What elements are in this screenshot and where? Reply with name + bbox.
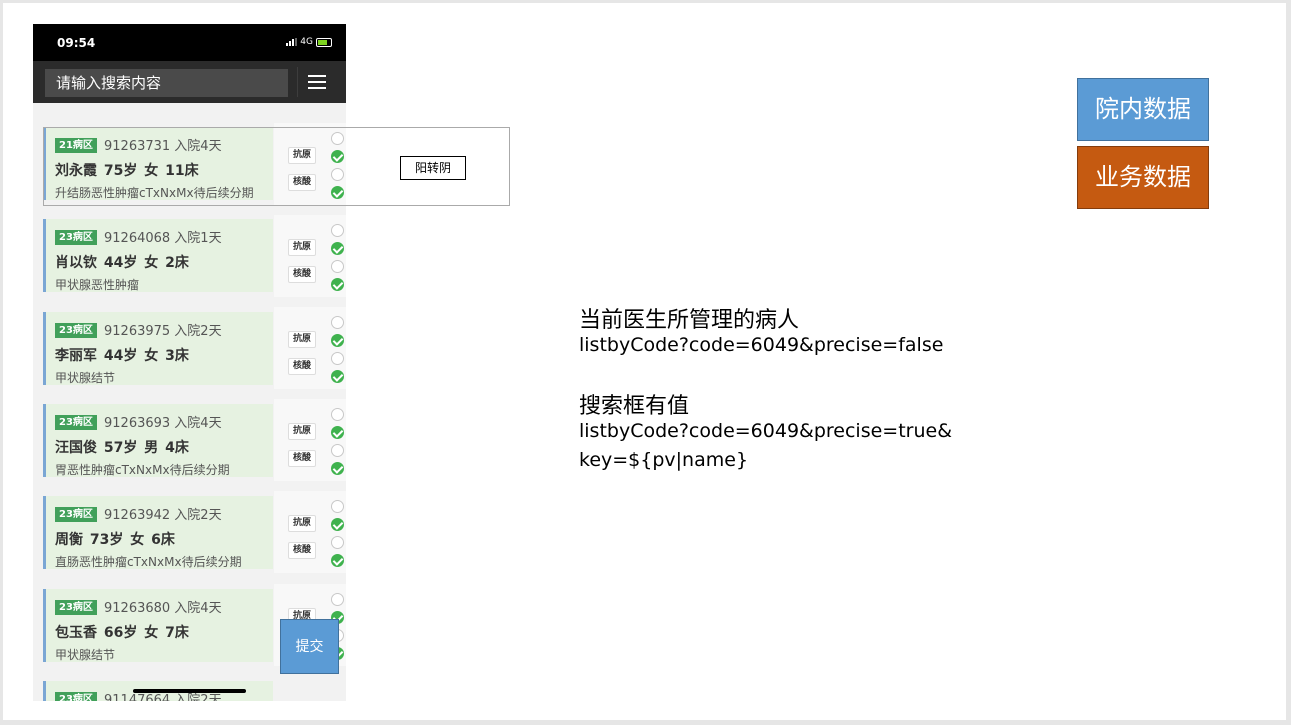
test-panel: 抗原阳阴核酸阳阴 bbox=[274, 307, 346, 389]
patient-card[interactable]: 23病区 91263942 入院2天周衡 73岁 女 6床直肠恶性肿瘤cTxNxM… bbox=[43, 496, 273, 569]
result-radio[interactable]: 阳 bbox=[331, 592, 346, 608]
ward-badge: 23病区 bbox=[55, 600, 97, 615]
test-label: 抗原 bbox=[288, 239, 316, 256]
patient-name: 周衡 73岁 女 6床 bbox=[55, 532, 175, 548]
check-circle-icon bbox=[331, 242, 344, 255]
result-radio[interactable]: 阳 bbox=[331, 315, 346, 331]
patient-card[interactable]: 23病区 91263693 入院4天汪国俊 57岁 男 4床胃恶性肿瘤cTxNxM… bbox=[43, 404, 273, 477]
ward-badge: 23病区 bbox=[55, 230, 97, 245]
result-radio[interactable]: 阳 bbox=[331, 259, 346, 275]
patient-card[interactable]: 23病区 91263975 入院2天李丽军 44岁 女 3床 甲状腺结节 bbox=[43, 312, 273, 385]
business-data-button[interactable]: 业务数据 bbox=[1077, 146, 1209, 209]
ward-badge: 23病区 bbox=[55, 507, 97, 522]
radio-circle-icon bbox=[331, 536, 344, 549]
diagnosis: 甲状腺恶性肿瘤 bbox=[55, 278, 140, 292]
result-radio[interactable]: 阴 bbox=[331, 369, 346, 385]
callout-label: 阳转阴 bbox=[400, 156, 466, 180]
test-label: 核酸 bbox=[288, 542, 316, 559]
patient-card[interactable]: 23病区 91264068 入院1天肖以钦 44岁 女 2床 甲状腺恶性肿瘤 bbox=[43, 219, 273, 292]
battery-icon bbox=[316, 37, 332, 47]
patient-name: 汪国俊 57岁 男 4床 bbox=[55, 440, 189, 456]
in-hospital-data-button[interactable]: 院内数据 bbox=[1077, 78, 1209, 141]
result-radio[interactable]: 阳 bbox=[331, 499, 346, 515]
patient-name: 李丽军 44岁 女 3床 bbox=[55, 348, 189, 364]
result-radio[interactable]: 阴 bbox=[331, 333, 346, 349]
result-radio[interactable]: 阴 bbox=[331, 517, 346, 533]
check-circle-icon bbox=[331, 334, 344, 347]
status-time: 09:54 bbox=[57, 36, 96, 50]
note-url-2a: listbyCode?code=6049&precise=true& bbox=[579, 420, 953, 442]
test-label: 核酸 bbox=[288, 450, 316, 467]
admission-info: 91263975 入院2天 bbox=[104, 324, 222, 339]
diagnosis: 甲状腺结节 bbox=[55, 371, 116, 385]
status-bar: 09:54 4G bbox=[33, 24, 346, 61]
diagnosis: 直肠恶性肿瘤cTxNxMx待后续分期 bbox=[55, 555, 242, 569]
radio-circle-icon bbox=[331, 593, 344, 606]
check-circle-icon bbox=[331, 278, 344, 291]
phone-screen: 09:54 4G 请输入搜索内容 21病区 91263731 入院4天 刘永霞 75… bbox=[33, 24, 346, 701]
submit-button[interactable]: 提交 bbox=[280, 619, 339, 674]
top-bar: 请输入搜索内容 bbox=[33, 61, 346, 103]
ward-badge: 23病区 bbox=[55, 415, 97, 430]
home-indicator bbox=[133, 689, 246, 693]
radio-circle-icon bbox=[331, 408, 344, 421]
test-label: 抗原 bbox=[288, 423, 316, 440]
result-radio[interactable]: 阴 bbox=[331, 277, 346, 293]
admission-info: 91263942 入院2天 bbox=[104, 508, 222, 523]
result-radio[interactable]: 阳 bbox=[331, 407, 346, 423]
result-radio[interactable]: 阳 bbox=[331, 535, 346, 551]
radio-circle-icon bbox=[331, 316, 344, 329]
note-heading-1: 当前医生所管理的病人 bbox=[579, 308, 800, 333]
test-label: 抗原 bbox=[288, 331, 316, 348]
radio-circle-icon bbox=[331, 260, 344, 273]
check-circle-icon bbox=[331, 462, 344, 475]
result-radio[interactable]: 阴 bbox=[331, 553, 346, 569]
check-circle-icon bbox=[331, 518, 344, 531]
result-radio[interactable]: 阳 bbox=[331, 443, 346, 459]
result-radio[interactable]: 阴 bbox=[331, 425, 346, 441]
radio-circle-icon bbox=[331, 352, 344, 365]
ward-badge: 23病区 bbox=[55, 692, 97, 701]
test-panel: 抗原阳阴核酸阳阴 bbox=[274, 399, 346, 481]
network-label: 4G bbox=[300, 37, 313, 47]
patient-name: 包玉香 66岁 女 7床 bbox=[55, 625, 189, 641]
radio-circle-icon bbox=[331, 500, 344, 513]
test-label: 核酸 bbox=[288, 266, 316, 283]
radio-circle-icon bbox=[331, 444, 344, 457]
patient-name: 肖以钦 44岁 女 2床 bbox=[55, 255, 189, 271]
check-circle-icon bbox=[331, 426, 344, 439]
result-radio[interactable]: 阴 bbox=[331, 241, 346, 257]
test-panel: 抗原阳阴核酸阳阴 bbox=[274, 491, 346, 573]
patient-card[interactable]: 23病区 91263680 入院4天包玉香 66岁 女 7床 甲状腺结节 bbox=[43, 589, 273, 662]
status-indicators: 4G bbox=[286, 37, 332, 47]
result-radio[interactable]: 阴 bbox=[331, 461, 346, 477]
diagnosis: 甲状腺结节 bbox=[55, 648, 116, 662]
admission-info: 91263680 入院4天 bbox=[104, 601, 222, 616]
result-radio[interactable]: 阳 bbox=[331, 223, 346, 239]
test-label: 抗原 bbox=[288, 515, 316, 532]
test-label: 核酸 bbox=[288, 358, 316, 375]
ward-badge: 23病区 bbox=[55, 323, 97, 338]
note-url-2b: key=${pv|name} bbox=[579, 449, 749, 471]
admission-info: 91264068 入院1天 bbox=[104, 231, 222, 246]
note-url-1: listbyCode?code=6049&precise=false bbox=[579, 334, 944, 356]
menu-icon[interactable] bbox=[297, 67, 336, 97]
check-circle-icon bbox=[331, 554, 344, 567]
diagnosis: 胃恶性肿瘤cTxNxMx待后续分期 bbox=[55, 463, 230, 477]
signal-icon bbox=[286, 38, 298, 46]
admission-info: 91263693 入院4天 bbox=[104, 416, 222, 431]
note-heading-2: 搜索框有值 bbox=[579, 394, 690, 419]
slide: 09:54 4G 请输入搜索内容 21病区 91263731 入院4天 刘永霞 75… bbox=[3, 3, 1286, 720]
radio-circle-icon bbox=[331, 224, 344, 237]
result-radio[interactable]: 阳 bbox=[331, 351, 346, 367]
test-panel: 抗原阳阴核酸阳阴 bbox=[274, 215, 346, 297]
search-input[interactable]: 请输入搜索内容 bbox=[45, 69, 288, 97]
check-circle-icon bbox=[331, 370, 344, 383]
